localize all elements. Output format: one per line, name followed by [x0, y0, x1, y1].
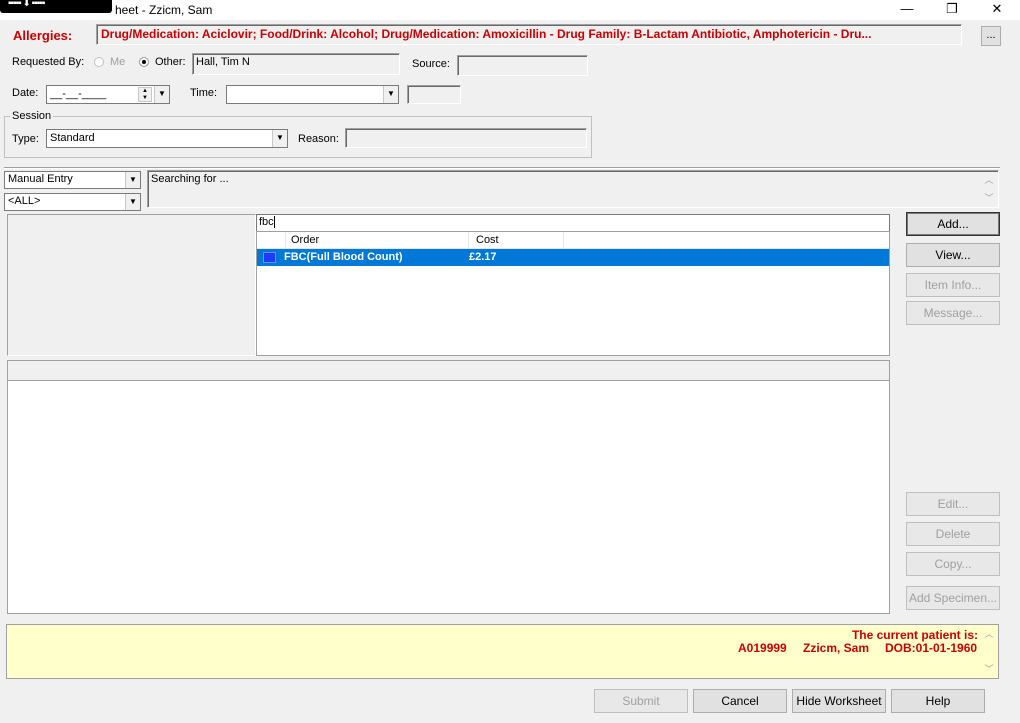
search-status-box: Searching for ... ︿ ﹀: [147, 170, 999, 208]
worksheet-list: [7, 360, 890, 614]
left-tree-panel: [7, 214, 256, 356]
banner-scroll-down-icon[interactable]: ﹀: [981, 661, 997, 677]
entry-mode-select[interactable]: Manual Entry ▼: [4, 171, 141, 189]
view-button[interactable]: View...: [906, 243, 1000, 267]
separator: [4, 167, 1000, 169]
search-status-text: Searching for ...: [151, 173, 229, 185]
title-bar: ▪▪▪▪▪ ⬇ ▪▪▪▪▪ heet - Zzicm, Sam — ❐ ✕: [0, 0, 1020, 20]
add-specimen-button[interactable]: Add Specimen...: [906, 586, 1000, 610]
session-type-select[interactable]: Standard ▼: [46, 129, 288, 148]
table-header: Order Cost: [257, 232, 889, 249]
patient-banner-heading: The current patient is:: [851, 628, 978, 642]
date-picker[interactable]: __-__-____ ▲ ▼ ▼: [46, 85, 170, 104]
remote-session-strip[interactable]: ▪▪▪▪▪ ⬇ ▪▪▪▪▪: [0, 0, 112, 13]
session-type-value: Standard: [50, 132, 95, 144]
other-radio[interactable]: [139, 57, 149, 67]
scroll-up-icon[interactable]: ︿: [981, 172, 997, 188]
table-row[interactable]: FBC(Full Blood Count) £2.17: [257, 249, 889, 266]
edit-button[interactable]: Edit...: [906, 492, 1000, 516]
me-radio-label: Me: [110, 56, 126, 68]
requested-by-value: Hall, Tim N: [192, 53, 400, 75]
allergies-label: Allergies:: [13, 28, 73, 43]
order-name: FBC(Full Blood Count): [284, 251, 403, 263]
allergies-field: Drug/Medication: Aciclovir; Food/Drink: …: [96, 24, 962, 45]
requested-by-name: Hall, Tim N: [196, 56, 250, 68]
grid-icon: [263, 252, 276, 263]
minimize-button[interactable]: —: [884, 0, 930, 20]
order-cost: £2.17: [469, 251, 497, 263]
time-select[interactable]: ▼: [226, 85, 399, 104]
patient-id: A019999: [738, 641, 787, 655]
source-label: Source:: [412, 58, 450, 70]
close-button[interactable]: ✕: [974, 0, 1020, 20]
header-order[interactable]: Order: [286, 232, 469, 249]
patient-dob: DOB:01-01-1960: [885, 641, 978, 655]
patient-name: Zzicm, Sam: [803, 641, 870, 655]
date-value: __-__-____: [50, 88, 107, 100]
filter-value: <ALL>: [8, 195, 41, 207]
entry-mode-dropdown-icon[interactable]: ▼: [125, 172, 140, 188]
help-button[interactable]: Help: [891, 689, 985, 713]
allergies-text: Drug/Medication: Aciclovir; Food/Drink: …: [101, 27, 872, 41]
time-extra-field: [407, 85, 461, 104]
date-dropdown-icon[interactable]: ▼: [154, 86, 169, 103]
patient-banner: The current patient is: A019999 Zzicm, S…: [6, 624, 999, 679]
message-button[interactable]: Message...: [906, 301, 1000, 325]
restore-button[interactable]: ❐: [929, 0, 975, 20]
search-input-value: fbc: [259, 216, 274, 228]
orders-table: Order Cost FBC(Full Blood Count) £2.17: [256, 231, 890, 356]
session-type-dropdown-icon[interactable]: ▼: [272, 130, 287, 147]
session-type-label: Type:: [12, 133, 39, 145]
header-icon-col: [257, 232, 286, 249]
time-dropdown-icon[interactable]: ▼: [383, 86, 398, 103]
item-info-button[interactable]: Item Info...: [906, 273, 1000, 297]
header-cost[interactable]: Cost: [469, 232, 564, 249]
session-group-label: Session: [10, 110, 54, 122]
date-label: Date:: [12, 87, 39, 99]
reason-label: Reason:: [298, 133, 339, 145]
source-field[interactable]: [457, 55, 588, 76]
requested-by-label: Requested By:: [12, 56, 85, 68]
filter-select[interactable]: <ALL> ▼: [4, 193, 141, 211]
date-spinner-icon[interactable]: ▲ ▼: [138, 87, 152, 102]
search-input[interactable]: fbc: [256, 214, 890, 232]
copy-button[interactable]: Copy...: [906, 552, 1000, 576]
scroll-down-icon[interactable]: ﹀: [981, 190, 997, 206]
time-label: Time:: [190, 87, 218, 99]
entry-mode-value: Manual Entry: [8, 173, 73, 185]
reason-field[interactable]: [345, 128, 587, 148]
add-button[interactable]: Add...: [906, 212, 1000, 236]
filter-dropdown-icon[interactable]: ▼: [125, 194, 140, 210]
allergies-more-button[interactable]: ...: [981, 26, 1001, 46]
me-radio[interactable]: [94, 57, 104, 67]
hide-worksheet-button[interactable]: Hide Worksheet: [792, 689, 886, 713]
other-radio-label: Other:: [155, 56, 186, 68]
worksheet-list-header: [8, 361, 889, 381]
submit-button[interactable]: Submit: [594, 689, 688, 713]
text-cursor: [273, 216, 278, 228]
cancel-button[interactable]: Cancel: [693, 689, 787, 713]
delete-button[interactable]: Delete: [906, 522, 1000, 546]
window-title: heet - Zzicm, Sam: [115, 3, 213, 17]
banner-scroll-up-icon[interactable]: ︿: [981, 626, 997, 642]
grip-icon: ▪▪▪▪▪ ⬇ ▪▪▪▪▪: [8, 0, 45, 9]
